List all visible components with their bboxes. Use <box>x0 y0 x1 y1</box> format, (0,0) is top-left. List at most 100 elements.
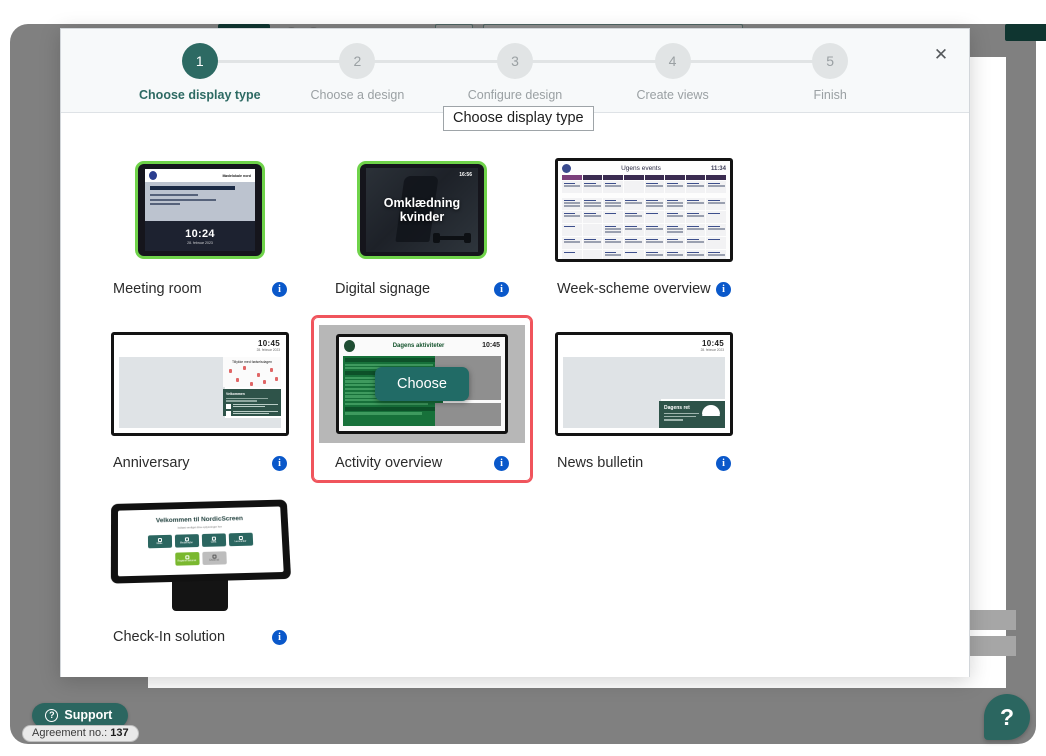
info-icon[interactable]: i <box>272 455 287 471</box>
step-connector <box>672 60 831 63</box>
display-type-card-anniversary[interactable]: 10:45 28. februar 2023 Tillykke med føds… <box>89 315 311 483</box>
kiosk-tile-check-out[interactable]: Check ud <box>201 550 227 565</box>
step-connector <box>514 60 673 63</box>
digital-signage-screen: 16:56 Omklædning kvinder <box>366 168 478 252</box>
wizard-step-3-label: Configure design <box>467 88 563 102</box>
card-title-meeting-room: Meeting room <box>113 281 202 297</box>
week-scheme-cell <box>562 250 582 259</box>
week-scheme-cell <box>665 211 685 223</box>
week-scheme-col <box>623 175 644 180</box>
digital-signage-headline: Omklædning kvinder <box>384 196 460 225</box>
background-chip-3 <box>1005 24 1046 41</box>
wizard-step-2-number: 2 <box>339 43 376 79</box>
kiosk-tile[interactable]: Leverandør <box>228 532 253 546</box>
week-scheme-cell <box>623 198 644 210</box>
week-scheme-cell <box>644 237 665 249</box>
week-scheme-cell <box>582 211 603 223</box>
week-scheme-row <box>562 250 726 259</box>
week-scheme-screen: Ugens events 11:34 <box>558 161 730 259</box>
week-scheme-cell <box>644 250 665 259</box>
tablet-frame: Mødelokale nord 10:24 28. februar 2023 <box>135 161 265 259</box>
kiosk-tile-label: Møde <box>156 542 163 545</box>
activity-row <box>345 412 422 415</box>
info-icon[interactable]: i <box>494 281 509 297</box>
kiosk-screen: Velkommen til NordicScreen Indtast venli… <box>110 499 292 584</box>
card-footer: Check-In solution i <box>97 617 303 649</box>
kiosk-tile[interactable]: Gæst <box>201 532 226 547</box>
week-scheme-cell <box>623 181 644 193</box>
confetti-dot <box>229 369 232 373</box>
display-type-card-check-in-solution[interactable]: Velkommen til NordicScreen Indtast venli… <box>89 489 311 657</box>
wizard-step-5-label: Finish <box>813 88 847 102</box>
week-scheme-cell <box>706 198 726 210</box>
display-type-card-activity-overview[interactable]: Dagens aktiviteter 10:45 Choose Activity… <box>311 315 533 483</box>
wizard-step-1-label: Choose display type <box>139 88 261 102</box>
kiosk-tile-label: Check ud <box>209 559 220 562</box>
news-bulletin-panel-title: Dagens ret <box>664 405 690 411</box>
week-scheme-cell <box>665 224 685 236</box>
news-bulletin-menu-panel: Dagens ret <box>659 401 725 428</box>
card-title-digital-signage: Digital signage <box>335 281 431 297</box>
anniversary-header: 10:45 28. februar 2023 <box>114 335 286 355</box>
support-widget[interactable]: ? Support Agreement no.: 137 <box>22 703 139 742</box>
meeting-room-event-card <box>145 182 255 224</box>
kiosk-tile[interactable]: Møde <box>147 534 172 548</box>
wizard-step-5[interactable]: 5 Finish <box>751 43 909 102</box>
anniversary-panel-title: Velkommen <box>226 392 245 396</box>
week-scheme-cell <box>644 198 665 210</box>
question-circle-icon: ? <box>45 708 59 722</box>
support-button-label: Support <box>64 708 113 722</box>
kiosk-tile[interactable]: Medarbejder <box>174 533 199 548</box>
info-icon[interactable]: i <box>272 629 287 645</box>
display-type-card-week-scheme-overview[interactable]: Ugens events 11:34 Week-scheme overview … <box>533 141 755 309</box>
choose-button[interactable]: Choose <box>375 367 469 401</box>
week-scheme-cell <box>562 211 582 223</box>
week-scheme-cell <box>644 211 665 223</box>
thumbnail-news-bulletin: 10:45 28. februar 2023 Dagens ret <box>541 325 747 443</box>
help-fab-button[interactable]: ? <box>984 694 1030 740</box>
activity-overview-time: 10:45 <box>482 342 500 349</box>
display-type-card-meeting-room[interactable]: Mødelokale nord 10:24 28. februar 2023 M… <box>89 141 311 309</box>
week-scheme-cell <box>685 181 706 193</box>
info-icon[interactable]: i <box>272 281 287 297</box>
wizard-step-4[interactable]: 4 Create views <box>594 43 831 102</box>
wizard-step-2[interactable]: 2 Choose a design <box>279 43 515 102</box>
kiosk-tile-check-in[interactable]: Registrer ankomst <box>174 551 200 566</box>
news-bulletin-panel-line <box>664 412 699 415</box>
week-scheme-cell <box>665 181 685 193</box>
thumbnail-digital-signage: 16:56 Omklædning kvinder <box>319 151 525 269</box>
confetti-dot <box>257 373 260 377</box>
info-icon[interactable]: i <box>716 455 731 471</box>
card-title-news-bulletin: News bulletin <box>557 455 644 471</box>
news-bulletin-panel-line <box>664 419 684 421</box>
confetti-dot <box>263 380 266 384</box>
week-scheme-col <box>603 175 623 180</box>
info-icon[interactable]: i <box>494 455 509 471</box>
wizard-step-1[interactable]: 1 Choose display type <box>121 43 358 102</box>
activity-overview-title: Dagens aktiviteter <box>392 342 445 349</box>
week-scheme-col <box>582 175 603 180</box>
kiosk-frame: Velkommen til NordicScreen Indtast venli… <box>107 499 293 617</box>
panel-icon <box>226 410 231 416</box>
org-logo-icon <box>149 171 157 180</box>
close-icon[interactable]: ✕ <box>929 43 953 67</box>
info-icon[interactable]: i <box>716 281 731 297</box>
panel-icon <box>226 403 231 409</box>
step-connector <box>357 60 515 63</box>
wizard-step-5-number: 5 <box>812 43 849 79</box>
wizard-step-3[interactable]: 3 Configure design <box>436 43 673 102</box>
display-type-card-digital-signage[interactable]: 16:56 Omklædning kvinder Digital signage… <box>311 141 533 309</box>
news-bulletin-time: 10:45 <box>702 338 724 348</box>
wizard-stepper: 1 Choose display type 2 Choose a design … <box>121 43 909 102</box>
week-scheme-cell <box>665 250 685 259</box>
barbell-graphic <box>432 233 471 244</box>
digital-signage-headline-line1: Omklædning <box>383 195 461 210</box>
kiosk-tile-row-1: Møde Medarbejder Gæst Leverandør <box>147 532 253 548</box>
anniversary-confetti-panel: Tillykke med fødselsdagen <box>223 357 281 387</box>
week-scheme-cell <box>685 198 706 210</box>
confetti-dot <box>250 382 253 386</box>
display-type-card-news-bulletin[interactable]: 10:45 28. februar 2023 Dagens ret News b… <box>533 315 755 483</box>
meeting-room-time: 10:24 <box>185 227 215 240</box>
meeting-room-name: Mødelokale nord <box>222 173 251 178</box>
activity-row <box>345 403 428 406</box>
